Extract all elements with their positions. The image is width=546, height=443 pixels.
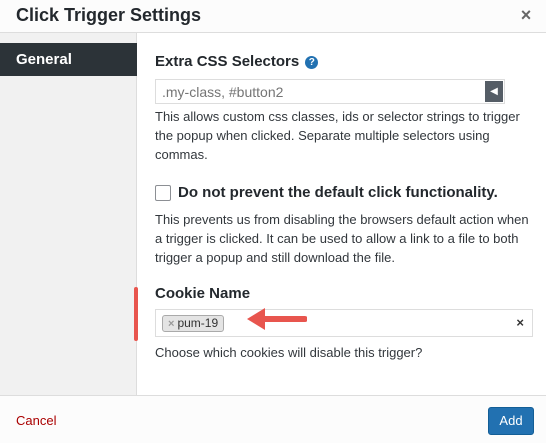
dialog-header: Click Trigger Settings ×	[0, 0, 546, 33]
chip-label: pum-19	[177, 316, 219, 330]
annotation-marker-line	[134, 287, 138, 341]
prevent-default-label[interactable]: Do not prevent the default click functio…	[178, 184, 498, 201]
cookie-name-description: Choose which cookies will disable this t…	[155, 345, 423, 360]
cancel-link[interactable]: Cancel	[16, 413, 56, 428]
remove-chip-icon[interactable]: ×	[168, 318, 174, 330]
extra-css-label-row: Extra CSS Selectors?	[155, 53, 319, 70]
close-icon[interactable]: ×	[516, 4, 536, 26]
selected-cookie-chip: × pum-19	[162, 315, 225, 332]
tab-general[interactable]: General	[0, 43, 137, 76]
click-trigger-settings-dialog: Click Trigger Settings × General Extra C…	[0, 0, 546, 443]
sidebar: General	[0, 33, 137, 395]
extra-css-input[interactable]	[155, 79, 505, 104]
clear-selection-icon[interactable]: ×	[516, 315, 524, 331]
dialog-title: Click Trigger Settings	[16, 5, 202, 25]
cookie-name-label: Cookie Name	[155, 285, 251, 302]
collapse-arrow-icon[interactable]: ◀	[485, 81, 503, 102]
prevent-default-description: This prevents us from disabling the brow…	[155, 212, 529, 265]
extra-css-description: This allows custom css classes, ids or s…	[155, 109, 520, 162]
help-icon[interactable]: ?	[305, 56, 319, 69]
add-button[interactable]: Add	[488, 407, 534, 435]
dialog-footer: Cancel Add	[0, 395, 546, 443]
extra-css-label: Extra CSS Selectors	[155, 53, 300, 70]
cookie-name-select[interactable]: × pum-19 ×	[155, 309, 533, 337]
annotation-arrow-icon	[247, 308, 307, 330]
prevent-default-checkbox[interactable]	[155, 185, 171, 201]
